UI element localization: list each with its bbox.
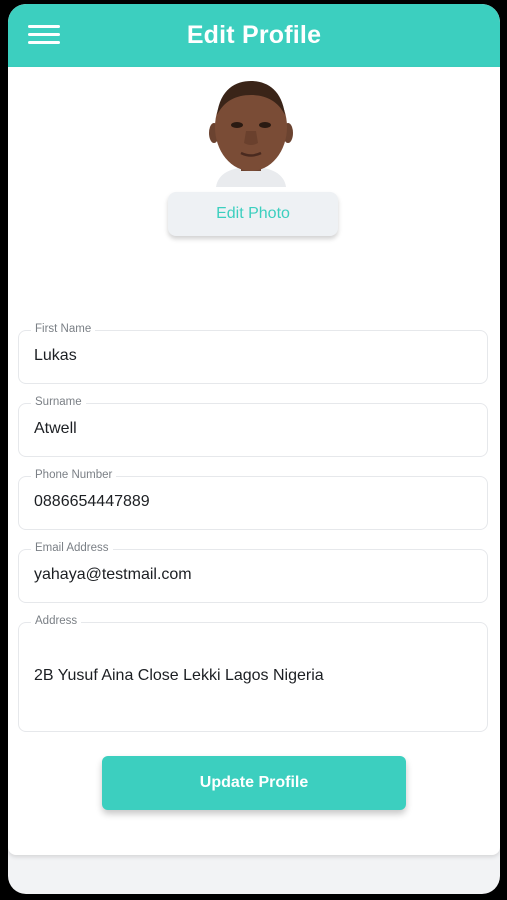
address-input[interactable]	[34, 666, 464, 686]
surname-field: Surname	[18, 396, 488, 457]
surname-input[interactable]	[34, 419, 464, 439]
phone-number-field: Phone Number	[18, 469, 488, 530]
email-input[interactable]	[34, 565, 464, 585]
profile-form-card: Edit Photo First Name Surname Phone Numb…	[8, 67, 500, 855]
first-name-input[interactable]	[34, 346, 464, 366]
edit-photo-button[interactable]: Edit Photo	[168, 192, 338, 236]
address-field: Address	[18, 615, 488, 732]
page-title: Edit Profile	[186, 21, 322, 49]
update-profile-button[interactable]: Update Profile	[102, 756, 406, 810]
address-label: Address	[31, 615, 82, 627]
surname-label: Surname	[31, 396, 86, 408]
email-label: Email Address	[31, 542, 113, 554]
profile-avatar	[208, 75, 294, 187]
first-name-field: First Name	[18, 323, 488, 384]
phone-number-input[interactable]	[34, 492, 464, 512]
phone-number-label: Phone Number	[31, 469, 117, 481]
phone-screen: Edit Profile Edit Photo First Name Surna…	[8, 4, 500, 894]
email-field: Email Address	[18, 542, 488, 603]
first-name-label: First Name	[31, 323, 96, 335]
app-header: Edit Profile	[8, 4, 500, 67]
